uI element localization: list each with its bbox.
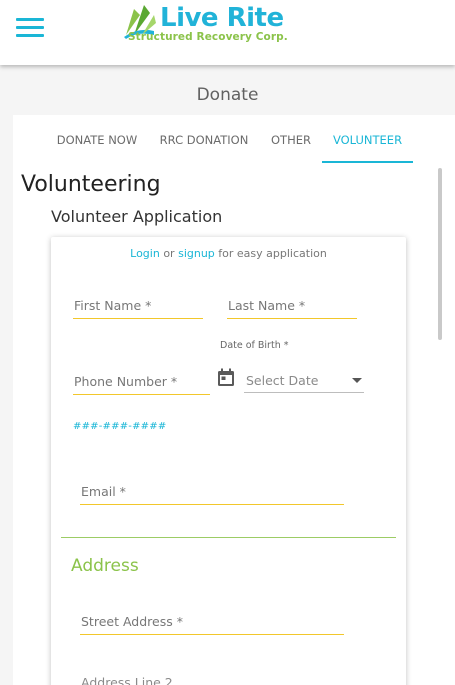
scrollbar[interactable] [438, 168, 442, 340]
dob-select-value: Select Date [246, 373, 319, 388]
phone-format-hint: ###-###-#### [73, 421, 167, 432]
tab-rrc-donation[interactable]: RRC DONATION [159, 115, 249, 163]
address-line2-input[interactable]: Address Line 2 [81, 675, 173, 685]
donate-panel: DONATE NOW RRC DONATION OTHER VOLUNTEER … [13, 115, 455, 685]
login-link[interactable]: Login [130, 247, 160, 260]
street-address-input[interactable] [80, 609, 344, 633]
tab-other[interactable]: OTHER [270, 115, 312, 163]
phone-field [73, 369, 210, 395]
signup-link[interactable]: signup [178, 247, 215, 260]
logo[interactable]: Live Rite Structured Recovery Corp. [120, 0, 295, 48]
section-title: Volunteering [21, 172, 161, 197]
email-input[interactable] [80, 479, 344, 503]
first-name-input[interactable] [73, 293, 203, 317]
tab-donate-now[interactable]: DONATE NOW [56, 115, 138, 163]
login-prompt: Login or signup for easy application [51, 247, 406, 260]
tab-bar: DONATE NOW RRC DONATION OTHER VOLUNTEER [13, 115, 455, 163]
page-title: Donate [196, 85, 259, 105]
login-rest-text: for easy application [218, 247, 327, 260]
section-divider [61, 537, 396, 538]
section-subtitle: Volunteer Application [51, 207, 223, 226]
hamburger-menu-icon[interactable] [16, 16, 44, 40]
dob-label: Date of Birth * [220, 340, 289, 351]
calendar-icon[interactable] [217, 368, 235, 387]
phone-input[interactable] [73, 369, 210, 393]
tab-volunteer[interactable]: VOLUNTEER [322, 115, 413, 163]
first-name-field [73, 293, 203, 319]
last-name-input[interactable] [227, 293, 357, 317]
last-name-field [227, 293, 357, 319]
login-or-text: or [163, 247, 175, 260]
caret-down-icon [352, 378, 362, 383]
address-heading: Address [71, 556, 139, 576]
volunteer-form-card: Login or signup for easy application Dat… [51, 237, 406, 685]
street-address-field [80, 609, 344, 635]
email-field [80, 479, 344, 505]
dob-select[interactable]: Select Date [244, 367, 364, 393]
logo-subtitle: Structured Recovery Corp. [128, 31, 288, 43]
top-app-bar: Live Rite Structured Recovery Corp. [0, 0, 455, 65]
